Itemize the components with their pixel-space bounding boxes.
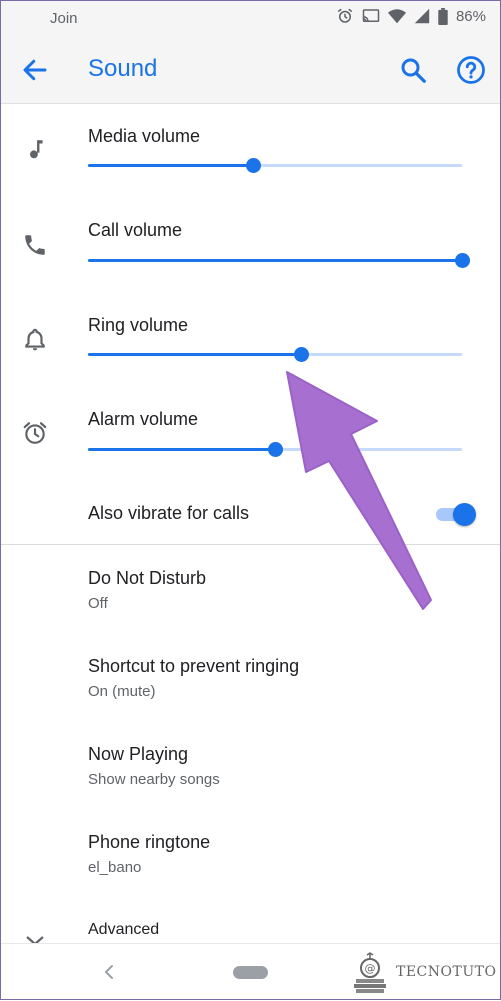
status-bar: Join 86% xyxy=(0,0,501,37)
media-volume-label: Media volume xyxy=(88,126,201,146)
watermark-text: TECNOTUTO xyxy=(396,964,497,980)
ring-volume-label: Ring volume xyxy=(88,315,189,335)
alarm-status-icon xyxy=(337,8,353,23)
tecnotuto-logo-icon: @ xyxy=(354,952,386,993)
music-note-icon xyxy=(30,140,43,159)
list-item-do-not-disturb[interactable]: Do Not Disturb Off xyxy=(88,568,206,612)
list-item-subtitle: On (mute) xyxy=(88,683,156,700)
advanced-item[interactable]: Advanced xyxy=(88,921,159,939)
wifi-icon xyxy=(387,8,406,23)
navigation-bar: @ TECNOTUTO xyxy=(0,943,501,1001)
app-bar: Sound xyxy=(0,37,501,104)
alarm-volume-slider[interactable] xyxy=(88,442,462,457)
annotation-arrow xyxy=(286,371,432,610)
list-item-phone-ringtone[interactable]: Phone ringtone el_bano xyxy=(88,832,210,876)
list-item-subtitle: Off xyxy=(88,595,108,612)
vibrate-toggle[interactable] xyxy=(436,503,476,526)
cast-icon xyxy=(362,9,380,22)
list-item-title: Shortcut to prevent ringing xyxy=(88,656,300,676)
phone-icon xyxy=(25,235,45,255)
list-item-subtitle: el_bano xyxy=(88,859,142,876)
call-volume-slider[interactable] xyxy=(88,253,470,268)
call-volume-thumb[interactable] xyxy=(455,253,470,268)
vibrate-label: Also vibrate for calls xyxy=(88,503,250,523)
ring-volume-thumb[interactable] xyxy=(294,347,310,362)
nav-home-pill[interactable] xyxy=(233,966,268,979)
svg-text:@: @ xyxy=(365,962,376,975)
alarm-volume-label: Alarm volume xyxy=(88,409,199,429)
screenshot-frame xyxy=(0,0,501,1000)
vibrate-toggle-thumb xyxy=(453,503,476,526)
ring-volume-fill xyxy=(88,353,302,356)
list-item-title: Phone ringtone xyxy=(88,832,211,852)
help-icon[interactable] xyxy=(456,55,486,85)
bell-icon xyxy=(25,328,45,351)
notification-text: Join xyxy=(50,10,78,27)
cell-signal-icon xyxy=(414,8,430,24)
battery-level: 86% xyxy=(455,7,486,25)
list-item-subtitle: Show nearby songs xyxy=(88,771,220,788)
list-item-now-playing[interactable]: Now Playing Show nearby songs xyxy=(88,744,220,788)
battery-icon xyxy=(438,7,448,25)
media-volume-slider[interactable] xyxy=(88,158,462,173)
ring-volume-slider[interactable] xyxy=(88,347,462,362)
alarm-volume-fill xyxy=(88,448,275,451)
advanced-label: Advanced xyxy=(88,921,160,938)
back-arrow-icon[interactable] xyxy=(20,55,50,85)
alarm-volume-thumb[interactable] xyxy=(268,442,283,457)
section-divider xyxy=(0,544,501,545)
media-volume-thumb[interactable] xyxy=(245,158,261,173)
list-item-title: Do Not Disturb xyxy=(88,568,207,588)
page-title: Sound xyxy=(88,55,158,82)
call-volume-fill xyxy=(88,259,462,262)
media-volume-fill xyxy=(88,164,253,167)
list-item-shortcut-prevent-ringing[interactable]: Shortcut to prevent ringing On (mute) xyxy=(88,656,299,700)
nav-back-icon[interactable] xyxy=(100,962,118,982)
alarm-clock-icon xyxy=(23,422,47,444)
call-volume-label: Call volume xyxy=(88,220,183,240)
list-item-title: Now Playing xyxy=(88,744,189,764)
search-icon[interactable] xyxy=(398,55,428,85)
